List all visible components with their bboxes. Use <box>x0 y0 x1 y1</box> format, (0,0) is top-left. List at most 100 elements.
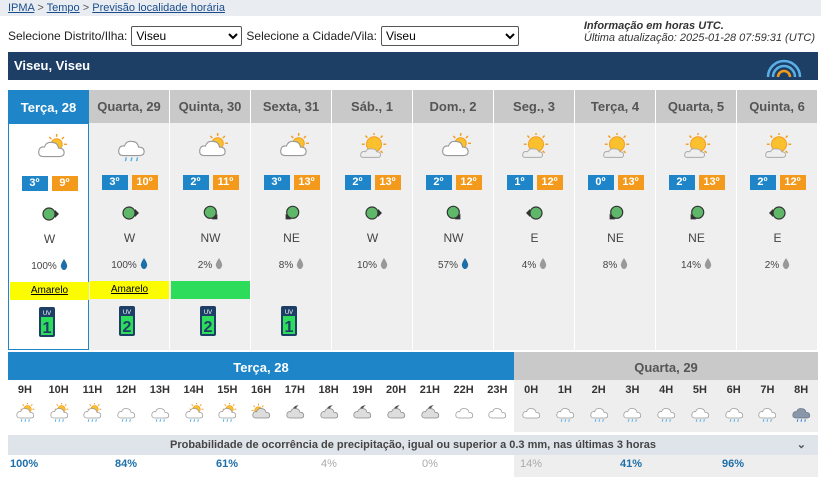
day-label: Sexta, 31 <box>251 90 331 123</box>
district-select[interactable]: Viseu <box>131 26 243 46</box>
hour-cell: 10H <box>42 380 76 432</box>
hour-label: 23H <box>487 384 508 396</box>
city-label: Selecione a Cidade/Vila: <box>246 29 377 43</box>
hourly-forecast: 9H 10H 11H 12H 13H 14H 15H 16H 17H 18H 19H 20H 21H 22… <box>8 380 818 432</box>
hour-label: 11H <box>82 384 103 396</box>
svg-text:1: 1 <box>43 320 52 337</box>
uv-index-icon: UV 2 <box>119 306 135 336</box>
max-temperature: 12º <box>455 175 482 190</box>
hour-cell: 18H <box>312 380 346 432</box>
warning-badge[interactable]: Amarelo <box>10 282 89 300</box>
cloud-rain-icon <box>554 408 576 426</box>
day-column[interactable]: Quinta, 30 2º 11º NW 2% UV 2 <box>170 90 251 350</box>
cloud-rain-icon <box>621 408 643 426</box>
min-temperature: 2º <box>182 175 209 190</box>
breadcrumb-previsao-link[interactable]: Previsão localidade horária <box>92 2 225 14</box>
cloud-sun-icon <box>34 134 68 164</box>
hour-label: 6H <box>726 384 741 396</box>
hour-cell: 19H <box>346 380 380 432</box>
cloud-rain-icon <box>689 408 711 426</box>
precipitation-probability: 2% <box>170 258 251 271</box>
hour-label: 18H <box>318 384 339 396</box>
day-column[interactable]: Dom., 2 2º 12º NW 57% <box>413 90 494 350</box>
hour-cell: 8H <box>784 380 818 432</box>
precipitation-probability: 14% <box>656 258 737 271</box>
hour-label: 15H <box>217 384 238 396</box>
svg-text:1: 1 <box>285 319 294 336</box>
wind-direction: NE <box>688 231 705 245</box>
hour-cell: 0H <box>514 380 548 432</box>
precipitation-probability-value: 61% <box>216 458 239 470</box>
hour-label: 14H <box>183 384 204 396</box>
hour-cell: 12H <box>109 380 143 432</box>
cloud-sun-icon <box>195 133 229 163</box>
max-temperature: 12º <box>779 175 806 190</box>
hour-label: 16H <box>251 384 272 396</box>
day-column[interactable]: Sáb., 1 2º 13º W 10% <box>332 90 413 350</box>
wind-direction-icon <box>119 204 141 222</box>
min-temperature: 2º <box>425 175 452 190</box>
svg-text:UV: UV <box>285 310 293 316</box>
hour-label: 8H <box>794 384 809 396</box>
hourly-day-today[interactable]: Terça, 28 <box>8 352 514 380</box>
city-select[interactable]: Viseu <box>380 26 519 46</box>
wind-direction-icon <box>443 204 465 222</box>
precipitation-probability: 100% <box>89 258 170 271</box>
precipitation-value: 100% <box>31 261 57 272</box>
sun-cloud-icon <box>600 132 634 163</box>
temperatures: 2º 12º <box>737 175 818 190</box>
hour-label: 22H <box>453 384 474 396</box>
precipitation-value: 8% <box>278 260 294 271</box>
heavy-rain-icon <box>790 408 812 426</box>
precipitation-probability-value: 0% <box>422 458 438 470</box>
svg-text:UV: UV <box>204 310 212 316</box>
temperatures: 3º 9º <box>9 176 90 191</box>
hour-cell: 2H <box>582 380 616 432</box>
breadcrumb-separator: > <box>82 2 90 14</box>
hour-label: 13H <box>149 384 170 396</box>
raindrop-icon <box>536 258 547 271</box>
precipitation-probability-value: 4% <box>321 458 337 470</box>
precipitation-value: 10% <box>356 260 377 271</box>
day-column[interactable]: Quinta, 6 2º 12º E 2% <box>737 90 818 350</box>
chevron-down-icon[interactable]: ⌄ <box>797 438 806 451</box>
cloud-rain-icon <box>723 408 745 426</box>
breadcrumb-tempo-link[interactable]: Tempo <box>47 2 80 14</box>
warning-badge[interactable] <box>171 281 250 299</box>
uv-index-icon: UV 1 <box>281 306 297 336</box>
hour-cell: 14H <box>177 380 211 432</box>
hourly-day-next[interactable]: Quarta, 29 <box>514 352 818 380</box>
min-temperature: 2º <box>668 175 695 190</box>
temperatures: 2º 13º <box>332 175 413 190</box>
hour-label: 1H <box>557 384 572 396</box>
cloud-rain-icon <box>115 408 137 426</box>
sun-cloud-rain-icon <box>14 402 36 426</box>
day-column[interactable]: Terça, 4 0º 13º NE 8% <box>575 90 656 350</box>
hour-cell: 1H <box>548 380 582 432</box>
day-column[interactable]: Quarta, 5 2º 13º NE 14% <box>656 90 737 350</box>
precipitation-probability-bar[interactable]: Probabilidade de ocorrência de precipita… <box>8 435 818 455</box>
precipitation-probability: 57% <box>413 258 494 271</box>
day-column[interactable]: Quarta, 29 3º 10º W 100% Amarelo UV 2 <box>89 90 170 350</box>
uv-index-icon: UV 2 <box>200 306 216 336</box>
svg-text:2: 2 <box>123 319 132 336</box>
sun-cloud-icon <box>762 132 796 163</box>
wind-direction-icon <box>200 204 222 222</box>
raindrop-icon <box>701 258 712 271</box>
warning-badge[interactable]: Amarelo <box>90 281 169 299</box>
location-selectors: Selecione Distrito/Ilha: Viseu Selecione… <box>8 26 523 46</box>
temperatures: 2º 13º <box>656 175 737 190</box>
cloud-icon <box>453 408 475 426</box>
day-column[interactable]: Sexta, 31 3º 13º NE 8% UV 1 <box>251 90 332 350</box>
day-column[interactable]: Seg., 3 1º 12º E 4% <box>494 90 575 350</box>
cloud-icon <box>486 408 508 426</box>
temperatures: 3º 10º <box>89 175 170 190</box>
breadcrumb-ipma-link[interactable]: IPMA <box>8 2 34 14</box>
wind-direction-icon <box>362 204 384 222</box>
day-column[interactable]: Terça, 28 3º 9º W 100% Amarelo UV 1 <box>8 90 89 350</box>
last-update: Última atualização: 2025-01-28 07:59:31 … <box>583 32 815 44</box>
ipma-logo-icon <box>766 59 802 78</box>
precipitation-probability-label: Probabilidade de ocorrência de precipita… <box>170 439 656 451</box>
day-label: Terça, 28 <box>9 91 88 124</box>
cloud-rain-icon <box>588 408 610 426</box>
